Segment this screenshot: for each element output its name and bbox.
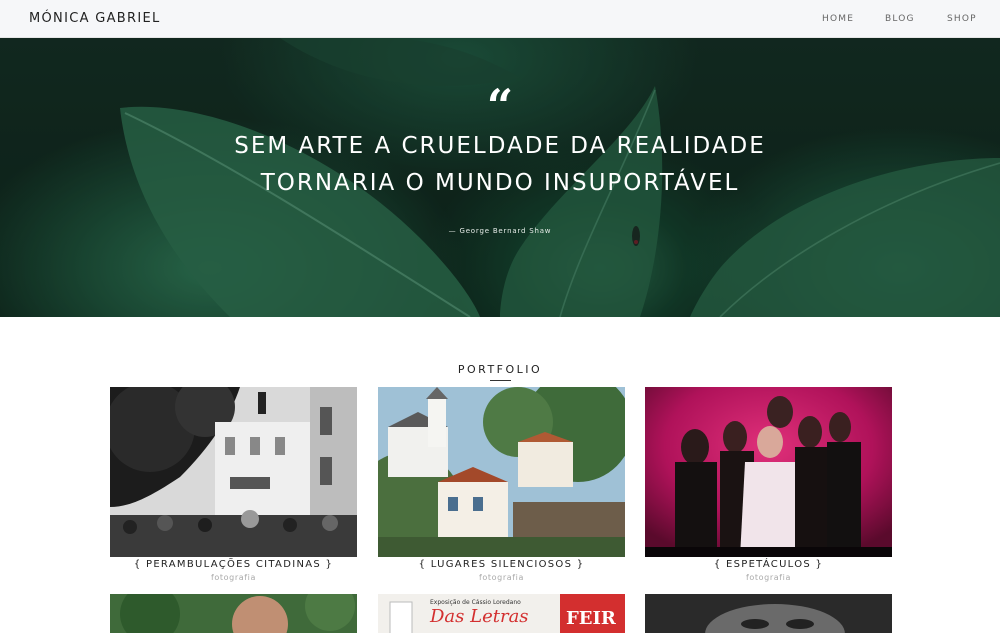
heading-underline (490, 380, 511, 381)
portfolio-thumbnail[interactable] (378, 387, 625, 557)
portfolio-card-category: fotografia (211, 573, 256, 582)
portfolio-thumbnail-row2-2[interactable]: Exposição de Cássio Loredano Das Letras … (378, 594, 625, 633)
quote-line-2: TORNARIA O MUNDO INSUPORTÁVEL (260, 170, 740, 196)
portfolio-heading: PORTFOLIO (457, 363, 543, 376)
nav-home[interactable]: HOME (822, 14, 854, 24)
portfolio-card-category: fotografia (746, 573, 791, 582)
top-navigation-bar: MÓNICA GABRIEL HOME BLOG SHOP (0, 0, 1000, 38)
portfolio-card-title[interactable]: { LUGARES SILENCIOSOS } (378, 559, 625, 570)
portfolio-card-perambulacoes[interactable]: { PERAMBULAÇÕES CITADINAS } fotografia (110, 387, 357, 587)
portfolio-thumbnail-row2-3[interactable] (645, 594, 892, 633)
portfolio-thumbnail[interactable] (110, 387, 357, 557)
poster-caption: Exposição de Cássio Loredano (430, 599, 521, 606)
portfolio-card-lugares-silenciosos[interactable]: { LUGARES SILENCIOSOS } fotografia (378, 387, 625, 587)
nav-shop[interactable]: SHOP (947, 14, 977, 24)
quote-author: — George Bernard Shaw (448, 227, 552, 235)
portfolio-card-title[interactable]: { PERAMBULAÇÕES CITADINAS } (110, 559, 357, 570)
hero-quote-banner: “ SEM ARTE A CRUELDADE DA REALIDADE TORN… (0, 38, 1000, 317)
site-brand[interactable]: MÓNICA GABRIEL (29, 11, 161, 26)
poster-title: Das Letras (430, 606, 529, 627)
portfolio-thumbnail[interactable] (645, 387, 892, 557)
portfolio-thumbnail-row2-1[interactable] (110, 594, 357, 633)
portfolio-card-category: fotografia (479, 573, 524, 582)
nav-blog[interactable]: BLOG (885, 14, 915, 24)
quote-open-icon: “ (486, 79, 514, 133)
quote-line-1: SEM ARTE A CRUELDADE DA REALIDADE (234, 133, 766, 159)
poster-right-text: FEIR (566, 608, 616, 629)
portfolio-card-title[interactable]: { ESPETÁCULOS } (645, 559, 892, 570)
portfolio-card-espetaculos[interactable]: { ESPETÁCULOS } fotografia (645, 387, 892, 587)
